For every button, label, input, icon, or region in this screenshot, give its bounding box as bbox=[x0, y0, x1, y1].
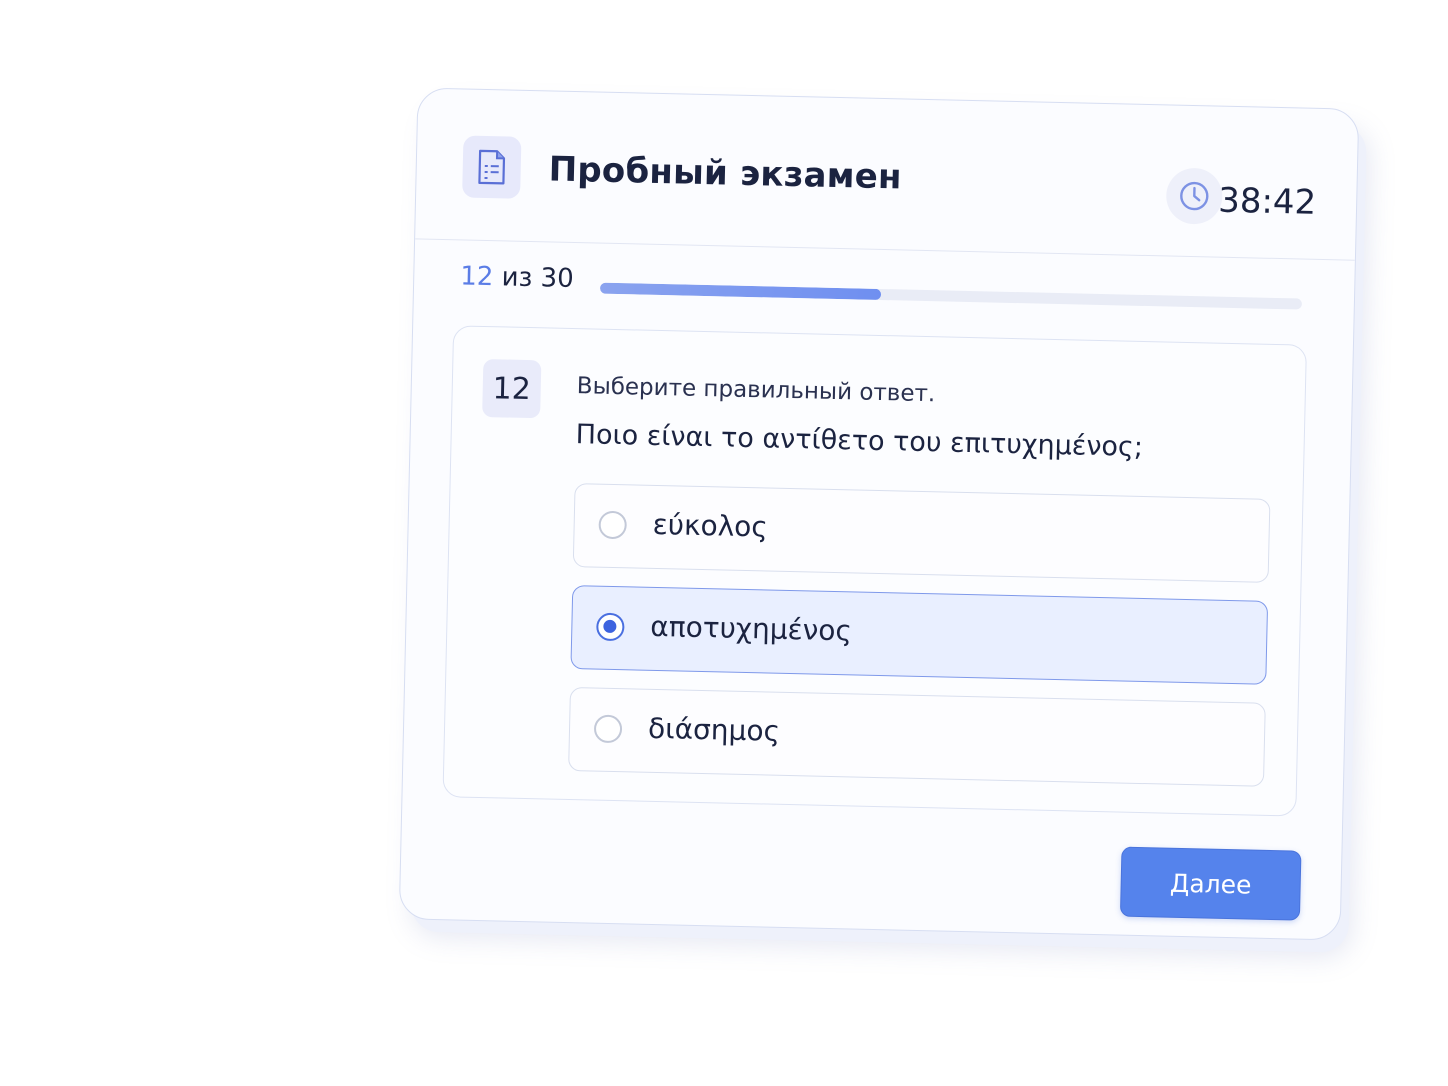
progress-current: 12 bbox=[459, 261, 494, 293]
progress-section: 12 из 30 bbox=[460, 261, 1311, 320]
answer-option-label: εύκολος bbox=[652, 507, 769, 544]
answer-option[interactable]: διάσημος bbox=[568, 687, 1266, 787]
progress-total: из 30 bbox=[501, 262, 575, 295]
answer-option[interactable]: εύκολος bbox=[572, 483, 1271, 583]
next-button[interactable]: Далее bbox=[1119, 846, 1302, 921]
progress-bar bbox=[599, 282, 1302, 310]
radio-button[interactable] bbox=[598, 510, 627, 540]
clock-icon bbox=[1165, 167, 1223, 225]
exam-header: Пробный экзамен 38:42 bbox=[415, 88, 1359, 261]
timer-value: 38:42 bbox=[1217, 180, 1317, 223]
question-text: Ποιο είναι το αντίθετο του επιτυχημένος; bbox=[575, 419, 1144, 463]
question-panel: 12 Выберите правильный ответ. Ποιο είναι… bbox=[442, 325, 1307, 817]
answer-option-label: αποτυχημένος bbox=[650, 609, 853, 648]
page-title: Пробный экзамен bbox=[548, 149, 903, 198]
radio-button[interactable] bbox=[593, 714, 623, 744]
question-number-badge: 12 bbox=[482, 358, 542, 419]
progress-fill bbox=[599, 282, 881, 300]
document-icon bbox=[462, 135, 522, 199]
progress-label: 12 из 30 bbox=[460, 261, 574, 294]
answer-option-label: διάσημος bbox=[647, 711, 781, 748]
radio-button-checked[interactable] bbox=[596, 612, 625, 642]
question-instruction: Выберите правильный ответ. bbox=[576, 373, 936, 408]
exam-card: Пробный экзамен 38:42 12 из 30 12 Выбери… bbox=[398, 87, 1360, 941]
exam-screen: Пробный экзамен 38:42 12 из 30 12 Выбери… bbox=[0, 0, 1448, 1086]
answer-option-selected[interactable]: αποτυχημένος bbox=[570, 585, 1269, 685]
